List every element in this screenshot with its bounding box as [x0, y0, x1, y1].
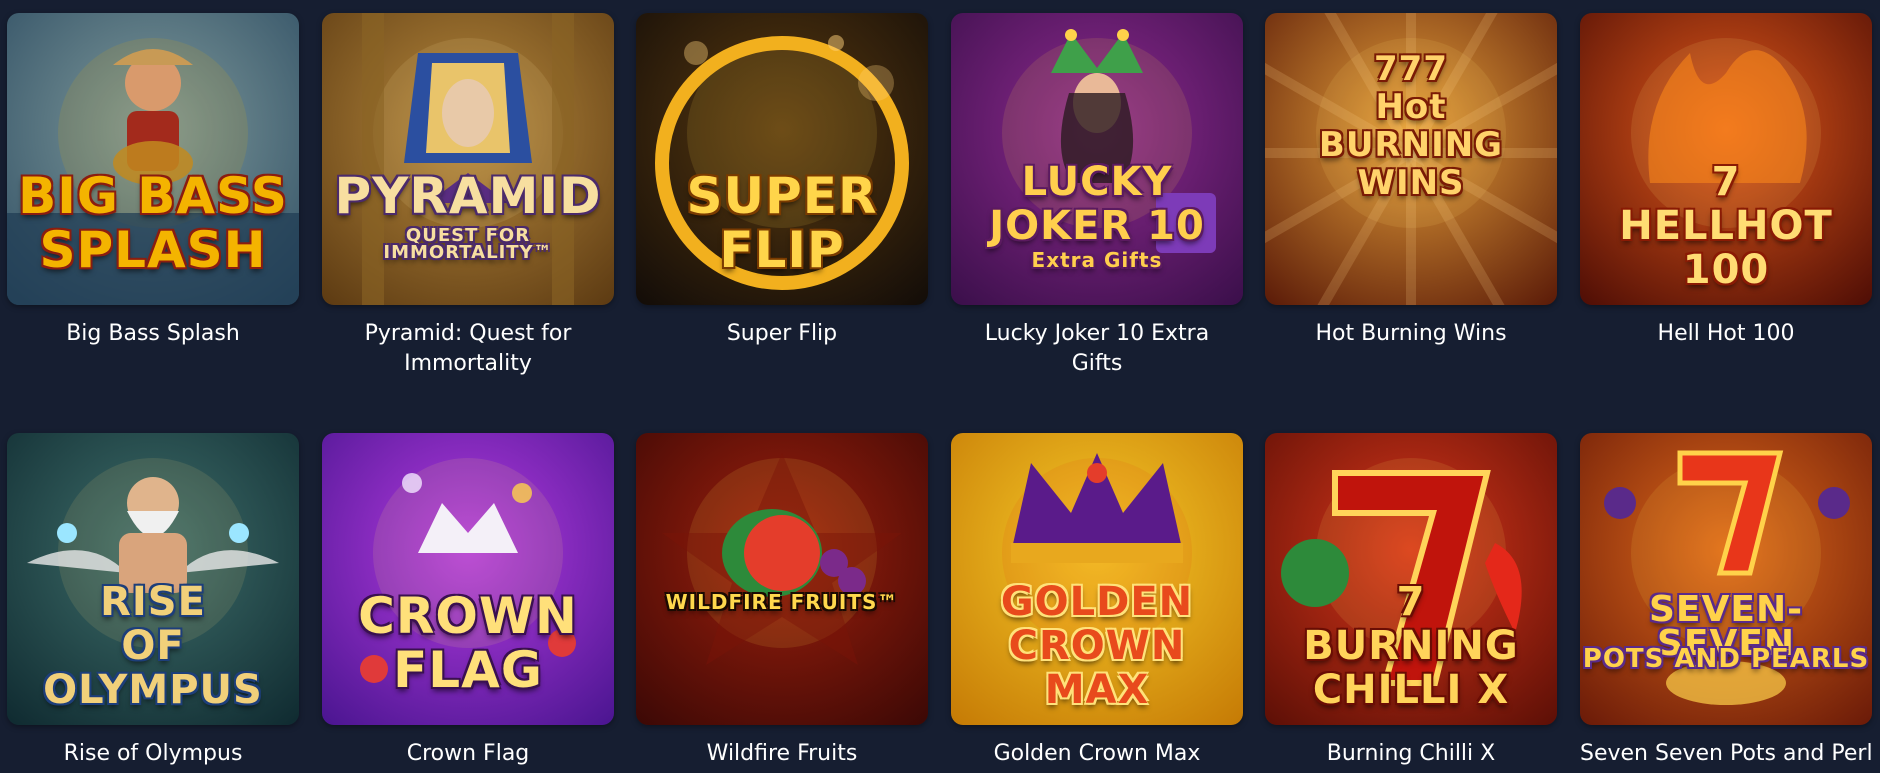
seven-pots-icon	[1604, 450, 1850, 705]
game-thumbnail[interactable]: GOLDEN CROWN MAX	[951, 433, 1243, 725]
game-tile[interactable]: 7 HELLHOT 100 Hell Hot 100	[1580, 13, 1872, 349]
game-title[interactable]: Golden Crown Max	[951, 739, 1243, 769]
game-logo-text: BURNING	[1318, 125, 1504, 165]
game-logo-text: GOLDEN	[1000, 579, 1194, 625]
game-logo-text: Extra Gifts	[1031, 248, 1163, 272]
game-title[interactable]: Hot Burning Wins	[1265, 319, 1557, 349]
game-logo-text: BURNING	[1303, 623, 1519, 669]
game-logo-text: CROWN	[1008, 623, 1186, 669]
game-logo-text: SUPER	[686, 167, 878, 225]
game-logo-text: JOKER 10	[989, 203, 1205, 249]
game-title[interactable]: Pyramid: Quest for Immortality	[322, 319, 614, 379]
game-tile[interactable]: RISE OF OLYMPUS Rise of Olympus	[7, 433, 299, 769]
game-tile[interactable]: WILDFIRE FRUITS™ Wildfire Fruits	[636, 433, 928, 769]
game-thumbnail[interactable]: BIG BASS SPLASH	[7, 13, 299, 305]
game-tile[interactable]: LUCKY JOKER 10 Extra Gifts Lucky Joker 10 E…	[951, 13, 1243, 379]
game-tile[interactable]: GOLDEN CROWN MAX Golden Crown Max	[951, 433, 1243, 769]
game-title[interactable]: Lucky Joker 10 Extra Gifts	[951, 319, 1243, 379]
game-logo-text: 100	[1682, 247, 1770, 293]
game-thumbnail[interactable]: WILDFIRE FRUITS™	[636, 433, 928, 725]
game-logo-text: BIG BASS	[18, 167, 288, 225]
game-tile[interactable]: BIG BASS SPLASH Big Bass Splash	[7, 13, 299, 349]
game-title[interactable]: Wildfire Fruits	[636, 739, 928, 769]
game-logo-text: MAX	[1044, 667, 1150, 713]
game-title[interactable]: Big Bass Splash	[7, 319, 299, 349]
game-grid: BIG BASS SPLASH Big Bass Splash PYRAMID QUES…	[0, 0, 1880, 773]
game-thumbnail[interactable]: 777 Hot BURNING WINS	[1265, 13, 1557, 305]
game-thumbnail[interactable]: PYRAMID QUEST FOR IMMORTALITY™	[322, 13, 614, 305]
game-thumbnail[interactable]: LUCKY JOKER 10 Extra Gifts	[951, 13, 1243, 305]
watermelon-icon	[662, 453, 902, 665]
game-title[interactable]: Hell Hot 100	[1580, 319, 1872, 349]
game-logo-text: 7	[1711, 159, 1741, 205]
game-logo-text: 7	[1396, 579, 1426, 625]
game-logo-text: Hot	[1375, 87, 1447, 127]
game-logo-text: WILDFIRE FRUITS™	[665, 590, 899, 614]
game-logo-text: CROWN	[358, 587, 578, 645]
game-title[interactable]: Rise of Olympus	[7, 739, 299, 769]
game-logo-text: OF	[121, 623, 185, 669]
game-tile[interactable]: SUPER FLIP Super Flip	[636, 13, 928, 349]
game-logo-text: POTS AND PEARLS	[1582, 644, 1870, 674]
game-title[interactable]: Seven Seven Pots and Perl	[1580, 739, 1873, 769]
game-title[interactable]: Crown Flag	[322, 739, 614, 769]
game-tile[interactable]: 777 Hot BURNING WINS Hot Burning Wins	[1265, 13, 1557, 349]
game-logo-text: SPLASH	[39, 221, 267, 279]
game-logo-text: LUCKY	[1021, 159, 1173, 205]
game-logo-text: PYRAMID	[334, 167, 602, 225]
game-thumbnail[interactable]: 7 HELLHOT 100	[1580, 13, 1872, 305]
game-logo-text: FLAG	[393, 641, 543, 699]
game-thumbnail[interactable]: RISE OF OLYMPUS	[7, 433, 299, 725]
game-thumbnail[interactable]: CROWN FLAG	[322, 433, 614, 725]
game-tile[interactable]: PYRAMID QUEST FOR IMMORTALITY™ Pyramid: Qu…	[322, 13, 614, 379]
game-thumbnail[interactable]: SEVEN-SEVEN POTS AND PEARLS	[1580, 433, 1872, 725]
game-logo-text: HELLHOT	[1619, 203, 1833, 249]
game-tile[interactable]: 7 BURNING CHILLI X Burning Chilli X	[1265, 433, 1557, 769]
game-logo-text: 777	[1374, 49, 1448, 89]
game-title[interactable]: Super Flip	[636, 319, 928, 349]
game-logo-text: QUEST FOR IMMORTALITY™	[383, 225, 553, 264]
game-thumbnail[interactable]: SUPER FLIP	[636, 13, 928, 305]
game-title[interactable]: Burning Chilli X	[1265, 739, 1557, 769]
game-thumbnail[interactable]: 7 BURNING CHILLI X	[1265, 433, 1557, 725]
game-logo-text: RISE	[100, 579, 206, 625]
game-tile[interactable]: SEVEN-SEVEN POTS AND PEARLS Seven Seven Po…	[1580, 433, 1873, 769]
game-logo-text: WINS	[1357, 163, 1465, 203]
game-logo-text: CHILLI X	[1312, 667, 1510, 713]
game-tile[interactable]: CROWN FLAG Crown Flag	[322, 433, 614, 769]
game-logo-text: FLIP	[719, 221, 845, 279]
game-logo-text: OLYMPUS	[43, 667, 263, 713]
